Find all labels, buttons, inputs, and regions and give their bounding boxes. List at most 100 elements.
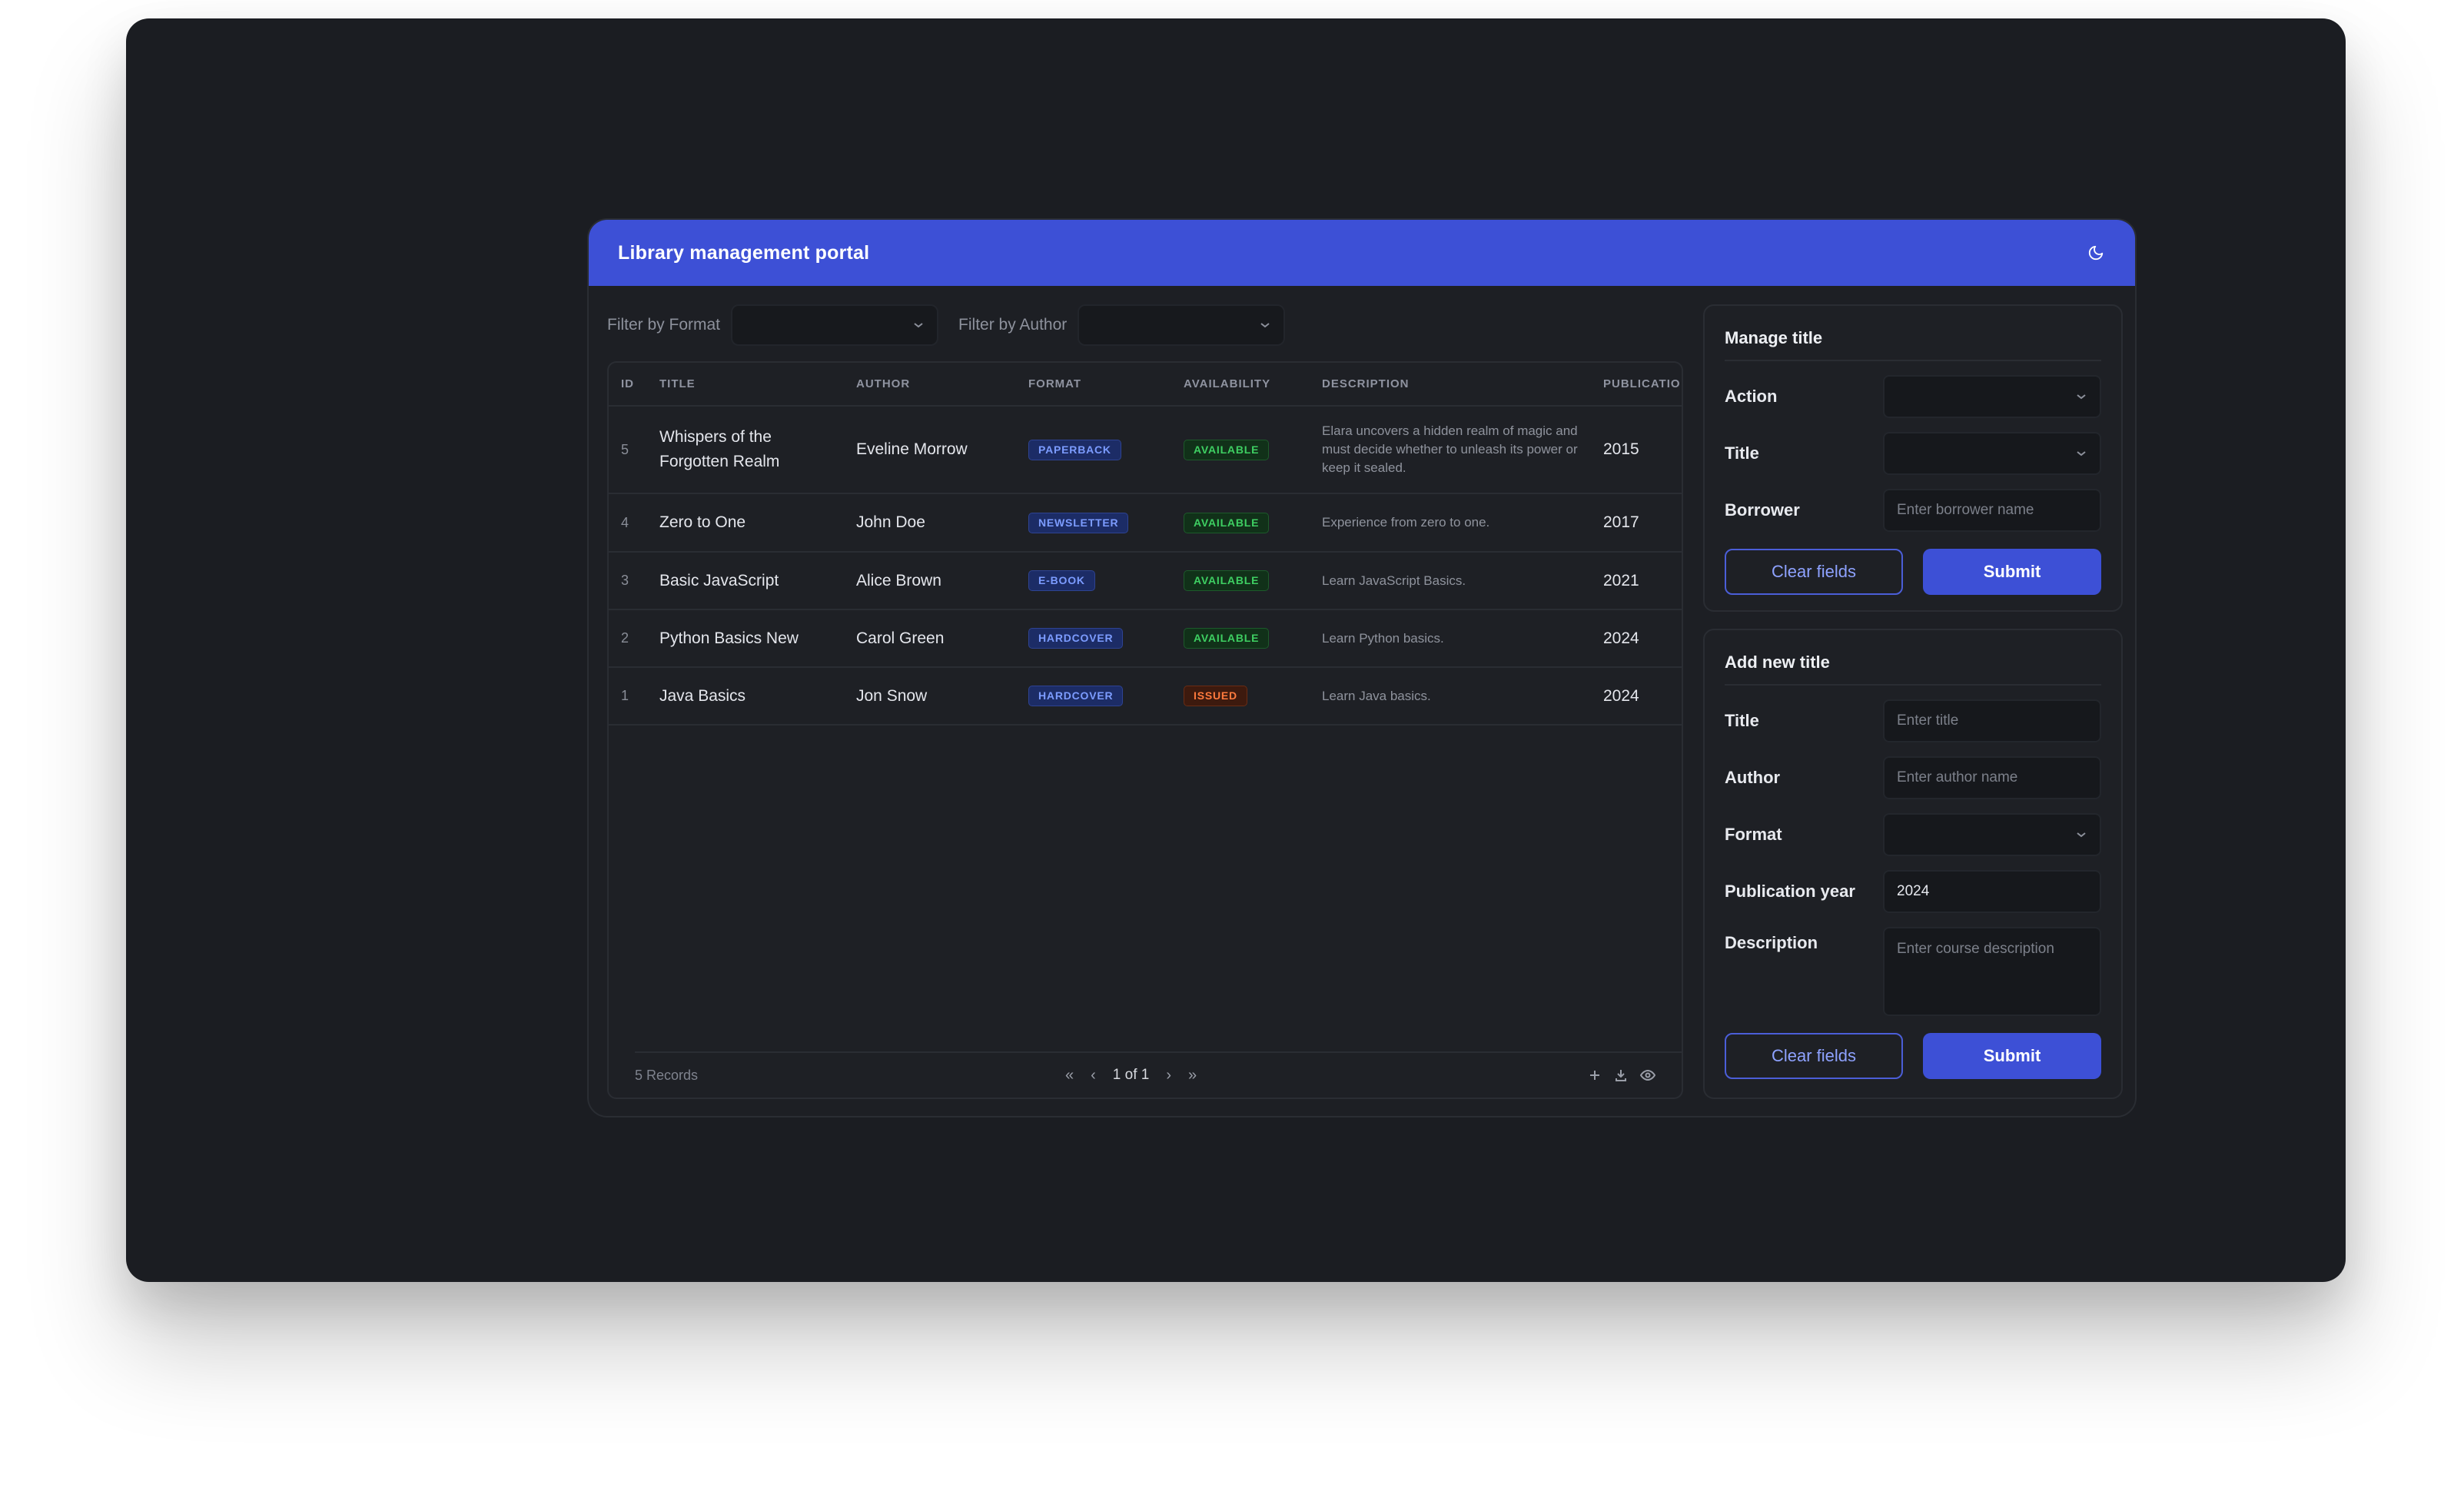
author-row: Author Enter author name	[1725, 756, 2101, 799]
manage-submit-button[interactable]: Submit	[1923, 549, 2101, 595]
manage-button-row: Clear fields Submit	[1725, 549, 2101, 595]
cell-year: 2015	[1603, 406, 1682, 494]
status-badge: AVAILABLE	[1184, 512, 1270, 533]
title-input[interactable]: Enter title	[1883, 699, 2101, 742]
manage-clear-button[interactable]: Clear fields	[1725, 549, 1903, 595]
column-header-title[interactable]: TITLE	[659, 363, 856, 407]
table-row[interactable]: 4 Zero to One John Doe NEWSLETTER AVAILA…	[609, 493, 1682, 553]
cell-id: 4	[609, 493, 659, 553]
column-header-format[interactable]: FORMAT	[1028, 363, 1184, 407]
app-window: Library management portal Filter by Form…	[587, 218, 2137, 1117]
year-label: Publication year	[1725, 882, 1855, 901]
format-badge: E-BOOK	[1028, 570, 1095, 591]
format-row: Format	[1725, 813, 2101, 856]
filter-bar: Filter by Format Filter by Author	[607, 304, 1305, 346]
cell-id: 3	[609, 552, 659, 610]
cell-description: Learn JavaScript Basics.	[1322, 552, 1603, 610]
filter-format-label: Filter by Format	[607, 316, 721, 334]
cell-format: E-BOOK	[1028, 552, 1184, 610]
table-footer: 5 Records « ‹ 1 of 1 › »	[635, 1051, 1682, 1098]
format-select[interactable]	[1883, 813, 2101, 856]
next-page-icon[interactable]: ›	[1166, 1067, 1171, 1084]
cell-format: HARDCOVER	[1028, 609, 1184, 668]
app-title: Library management portal	[618, 241, 870, 264]
add-title-label: Title	[1725, 711, 1759, 730]
column-header-id[interactable]: ID	[609, 363, 659, 407]
cell-availability: AVAILABLE	[1184, 406, 1322, 494]
cell-format: HARDCOVER	[1028, 667, 1184, 726]
table-row[interactable]: 3 Basic JavaScript Alice Brown E-BOOK AV…	[609, 552, 1682, 610]
chevron-down-icon	[914, 323, 923, 328]
column-header-description[interactable]: DESCRIPTION	[1322, 363, 1603, 407]
format-label: Format	[1725, 825, 1782, 844]
cell-author: Alice Brown	[856, 552, 1028, 610]
table-actions	[1588, 1068, 1655, 1082]
cell-availability: AVAILABLE	[1184, 552, 1322, 610]
chevron-down-icon	[2077, 394, 2086, 400]
cell-description: Learn Java basics.	[1322, 667, 1603, 726]
action-select[interactable]	[1883, 375, 2101, 418]
cell-description: Learn Python basics.	[1322, 609, 1603, 668]
cell-year: 2021	[1603, 552, 1682, 610]
manage-title-panel: Manage title Action Title Borrower Enter…	[1703, 304, 2123, 612]
format-badge: HARDCOVER	[1028, 628, 1124, 649]
download-icon[interactable]	[1614, 1068, 1628, 1082]
status-badge: AVAILABLE	[1184, 628, 1270, 649]
add-icon[interactable]	[1588, 1068, 1602, 1082]
chevron-down-icon	[1260, 323, 1270, 328]
status-badge: ISSUED	[1184, 686, 1247, 706]
cell-year: 2024	[1603, 609, 1682, 668]
chevron-down-icon	[2077, 832, 2086, 838]
year-input[interactable]: 2024	[1883, 870, 2101, 913]
cell-format: PAPERBACK	[1028, 406, 1184, 494]
cell-title: Whispers of the Forgotten Realm	[659, 406, 856, 494]
cell-author: John Doe	[856, 493, 1028, 553]
cell-title: Python Basics New	[659, 609, 856, 668]
first-page-icon[interactable]: «	[1065, 1067, 1074, 1084]
author-input[interactable]: Enter author name	[1883, 756, 2101, 799]
table-row[interactable]: 5 Whispers of the Forgotten Realm Evelin…	[609, 406, 1682, 494]
table-header-row: ID TITLE AUTHOR FORMAT AVAILABILITY DESC…	[609, 363, 1682, 407]
manage-title-heading: Manage title	[1725, 306, 2101, 361]
cell-description: Experience from zero to one.	[1322, 493, 1603, 553]
moon-icon[interactable]	[2084, 241, 2107, 264]
last-page-icon[interactable]: »	[1188, 1067, 1197, 1084]
prev-page-icon[interactable]: ‹	[1091, 1067, 1096, 1084]
add-clear-button[interactable]: Clear fields	[1725, 1033, 1903, 1079]
page-indicator: 1 of 1	[1112, 1067, 1150, 1083]
column-header-publication[interactable]: PUBLICATIO	[1603, 363, 1682, 407]
status-badge: AVAILABLE	[1184, 439, 1270, 460]
add-button-row: Clear fields Submit	[1725, 1033, 2101, 1079]
format-badge: HARDCOVER	[1028, 686, 1124, 706]
cell-availability: AVAILABLE	[1184, 609, 1322, 668]
filter-author-label: Filter by Author	[958, 316, 1068, 334]
cell-title: Java Basics	[659, 667, 856, 726]
filter-author-select[interactable]	[1078, 304, 1286, 346]
pagination: « ‹ 1 of 1 › »	[1065, 1067, 1197, 1084]
table-row[interactable]: 2 Python Basics New Carol Green HARDCOVE…	[609, 609, 1682, 668]
table-row[interactable]: 1 Java Basics Jon Snow HARDCOVER ISSUED …	[609, 667, 1682, 726]
cell-year: 2017	[1603, 493, 1682, 553]
cell-title: Zero to One	[659, 493, 856, 553]
filter-format-select[interactable]	[731, 304, 939, 346]
eye-icon[interactable]	[1640, 1068, 1655, 1082]
chevron-down-icon	[2077, 451, 2086, 457]
record-count: 5 Records	[635, 1067, 699, 1083]
cell-availability: ISSUED	[1184, 667, 1322, 726]
status-badge: AVAILABLE	[1184, 570, 1270, 591]
column-header-author[interactable]: AUTHOR	[856, 363, 1028, 407]
manage-title-label: Title	[1725, 443, 1759, 463]
cell-id: 5	[609, 406, 659, 494]
description-textarea[interactable]: Enter course description	[1883, 927, 2101, 1016]
cell-format: NEWSLETTER	[1028, 493, 1184, 553]
manage-title-select[interactable]	[1883, 432, 2101, 475]
add-title-panel: Add new title Title Enter title Author E…	[1703, 629, 2123, 1099]
add-title-heading: Add new title	[1725, 630, 2101, 686]
action-label: Action	[1725, 387, 1778, 406]
column-header-availability[interactable]: AVAILABILITY	[1184, 363, 1322, 407]
add-submit-button[interactable]: Submit	[1923, 1033, 2101, 1079]
cell-author: Jon Snow	[856, 667, 1028, 726]
borrower-input[interactable]: Enter borrower name	[1883, 489, 2101, 532]
books-table-card: ID TITLE AUTHOR FORMAT AVAILABILITY DESC…	[607, 361, 1683, 1099]
borrower-row: Borrower Enter borrower name	[1725, 489, 2101, 532]
